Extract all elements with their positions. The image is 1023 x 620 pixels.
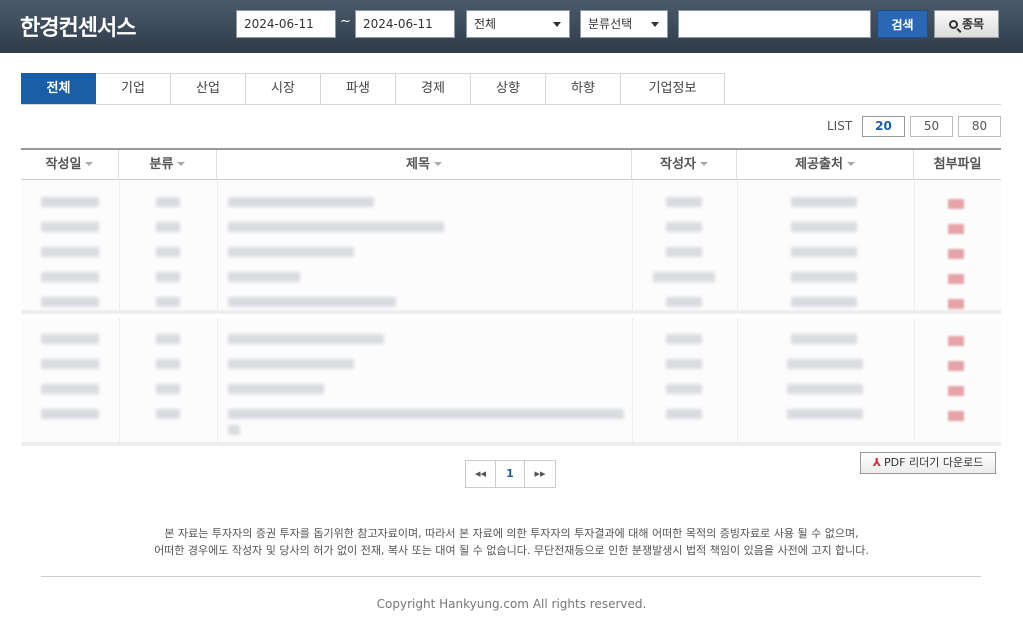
prev-page-button[interactable]: ◂◂	[465, 460, 496, 488]
tab-company-info[interactable]: 기업정보	[621, 73, 725, 105]
pdf-file-icon[interactable]	[948, 386, 964, 396]
column-date[interactable]: 작성일	[21, 150, 119, 180]
next-page-button[interactable]: ▸▸	[525, 460, 556, 488]
sort-icon	[85, 162, 94, 166]
table-row[interactable]	[21, 380, 1001, 398]
pdf-file-icon[interactable]	[948, 299, 964, 309]
column-title[interactable]: 제목	[217, 150, 632, 180]
pdf-file-icon[interactable]	[948, 336, 964, 346]
category-select-value: 분류선택	[588, 17, 633, 31]
tab-all[interactable]: 전체	[21, 73, 96, 105]
sort-icon	[177, 162, 186, 166]
copyright-text: Copyright Hankyung.com All rights reserv…	[376, 597, 647, 611]
pdf-icon: ⅄	[872, 456, 882, 469]
pdf-file-icon[interactable]	[948, 199, 964, 209]
search-input[interactable]	[678, 10, 871, 38]
search-button[interactable]: 검색	[877, 10, 928, 38]
tab-divider	[21, 104, 1001, 105]
table-row[interactable]	[21, 355, 1001, 373]
disclaimer-line-1: 본 자료는 투자자의 증권 투자를 돕기위한 참고자료이며, 따라서 본 자료에…	[164, 527, 859, 540]
column-category[interactable]: 분류	[119, 150, 217, 180]
table-row[interactable]	[21, 193, 1001, 211]
sort-icon	[699, 162, 708, 166]
sort-icon	[433, 162, 442, 166]
date-to-input[interactable]: 2024-06-11	[355, 10, 455, 38]
pdf-button-label: PDF 리더기 다운로드	[884, 456, 984, 469]
tab-economy[interactable]: 경제	[396, 73, 471, 105]
category-tabs: 전체 기업 산업 시장 파생 경제 상향 하향 기업정보	[21, 73, 725, 105]
table-header: 작성일 분류 제목 작성자 제공출처 첨부파일	[21, 148, 1001, 180]
pdf-file-icon[interactable]	[948, 224, 964, 234]
disclaimer-line-2: 어떠한 경우에도 작성자 및 당사의 허가 없이 전재, 복사 또는 대여 될 …	[154, 544, 869, 557]
tab-downgrade[interactable]: 하향	[546, 73, 621, 105]
disclaimer-notice: 본 자료는 투자자의 증권 투자를 돕기위한 참고자료이며, 따라서 본 자료에…	[0, 525, 1023, 559]
table-row[interactable]	[21, 218, 1001, 236]
tab-industry[interactable]: 산업	[171, 73, 246, 105]
tab-derivatives[interactable]: 파생	[321, 73, 396, 105]
pdf-file-icon[interactable]	[948, 361, 964, 371]
column-source[interactable]: 제공출처	[737, 150, 914, 180]
type-select-value: 전체	[474, 17, 497, 31]
table-row[interactable]	[21, 293, 1001, 311]
pagination: ◂◂ 1 ▸▸	[465, 460, 556, 488]
pdf-file-icon[interactable]	[948, 274, 964, 284]
footer-divider	[41, 576, 981, 577]
chevron-down-icon	[651, 22, 659, 27]
date-from-input[interactable]: 2024-06-11	[236, 10, 336, 38]
pdf-file-icon[interactable]	[948, 249, 964, 259]
row-group	[21, 318, 1001, 446]
tab-market[interactable]: 시장	[246, 73, 321, 105]
table-row[interactable]	[21, 243, 1001, 261]
table-row[interactable]	[21, 268, 1001, 286]
column-author[interactable]: 작성자	[632, 150, 737, 180]
list-size-50-button[interactable]: 50	[910, 116, 953, 137]
date-separator: ~	[340, 14, 351, 29]
stock-search-button[interactable]: 종목	[934, 10, 999, 38]
pdf-file-icon[interactable]	[948, 411, 964, 421]
top-header: 한경컨센서스 2024-06-11 ~ 2024-06-11 전체 분류선택 검…	[0, 0, 1023, 53]
tab-company[interactable]: 기업	[96, 73, 171, 105]
site-logo[interactable]: 한경컨센서스	[20, 10, 136, 42]
type-select[interactable]: 전체	[466, 10, 570, 38]
list-size-80-button[interactable]: 80	[958, 116, 1001, 137]
page-1-button[interactable]: 1	[496, 460, 525, 488]
stock-button-label: 종목	[961, 17, 985, 31]
column-attachment: 첨부파일	[933, 157, 982, 172]
list-size-20-button[interactable]: 20	[862, 116, 905, 137]
search-icon	[948, 20, 958, 29]
list-size-label: LIST	[827, 119, 853, 133]
tab-upgrade[interactable]: 상향	[471, 73, 546, 105]
table-row-wrap	[21, 421, 1001, 439]
table-body	[21, 180, 1001, 446]
sort-icon	[846, 162, 855, 166]
category-select[interactable]: 분류선택	[580, 10, 668, 38]
row-group	[21, 180, 1001, 314]
pdf-reader-download-button[interactable]: ⅄ PDF 리더기 다운로드	[860, 452, 996, 474]
chevron-down-icon	[553, 22, 561, 27]
table-row[interactable]	[21, 330, 1001, 348]
